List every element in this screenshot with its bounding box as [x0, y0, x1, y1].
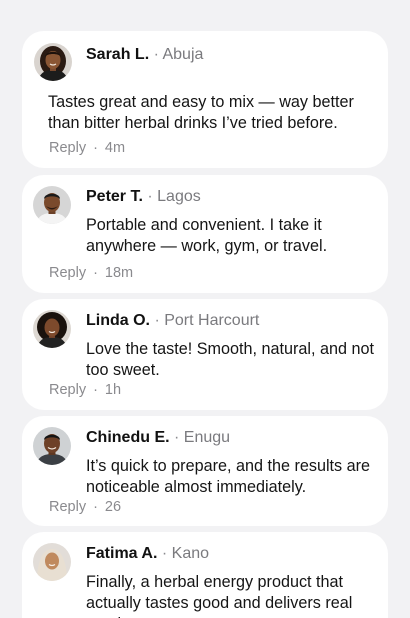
meta-dot: · — [93, 140, 98, 156]
comment-meta: Reply · 18m — [49, 264, 133, 282]
comment-card: Sarah L. · Abuja Tastes great and easy t… — [22, 31, 388, 168]
comment-header: Fatima A. · Kano — [86, 544, 209, 564]
avatar[interactable] — [33, 310, 71, 348]
comment-time: 26 — [104, 499, 122, 515]
author-name[interactable]: Sarah L. — [86, 46, 149, 63]
man-portrait-avatar-icon — [33, 427, 71, 465]
separator-dot: · — [153, 46, 159, 63]
author-location: Port Harcourt — [164, 312, 260, 329]
author-location: Kano — [171, 545, 210, 562]
comment-text: It’s quick to prepare, and the results a… — [86, 457, 371, 496]
comment-meta: Reply · 4m — [49, 139, 125, 157]
comment-header: Sarah L. · Abuja — [86, 45, 203, 65]
comment-text: Finally, a herbal energy product that ac… — [86, 573, 353, 618]
reply-button[interactable]: Reply — [49, 499, 86, 515]
avatar[interactable] — [33, 543, 71, 581]
comment-time: 4m — [104, 140, 126, 156]
comment-text: Tastes great and easy to mix — way bette… — [48, 93, 354, 132]
avatar[interactable] — [33, 427, 71, 465]
author-location: Enugu — [183, 429, 231, 446]
author-name[interactable]: Fatima A. — [86, 545, 157, 562]
comment-header: Peter T. · Lagos — [86, 187, 201, 207]
separator-dot: · — [161, 545, 168, 562]
meta-dot: · — [93, 265, 98, 281]
comment-card: Fatima A. · Kano Finally, a herbal energ… — [22, 532, 388, 618]
comment-header: Chinedu E. · Enugu — [86, 428, 230, 448]
comment-text: Portable and convenient. I take it anywh… — [86, 216, 328, 255]
avatar[interactable] — [33, 186, 71, 224]
woman-hijab-portrait-avatar-icon — [33, 543, 71, 581]
author-name[interactable]: Peter T. — [86, 188, 143, 205]
woman-portrait-avatar-icon — [33, 310, 71, 348]
woman-portrait-avatar-icon — [34, 43, 72, 81]
author-name[interactable]: Linda O. — [86, 312, 150, 329]
comment-header: Linda O. · Port Harcourt — [86, 311, 259, 331]
man-portrait-avatar-icon — [33, 186, 71, 224]
separator-dot: · — [147, 188, 153, 205]
separator-dot: · — [174, 429, 180, 446]
author-location: Lagos — [157, 188, 201, 205]
comment-feed: Sarah L. · Abuja Tastes great and easy t… — [0, 0, 410, 618]
comment-text: Love the taste! Smooth, natural, and not… — [86, 340, 374, 379]
comment-card: Peter T. · Lagos Portable and convenient… — [22, 175, 388, 293]
comment-meta: Reply · 26 — [49, 498, 121, 516]
meta-dot: · — [93, 499, 98, 515]
comment-meta: Reply · 1h — [49, 381, 121, 399]
author-name[interactable]: Chinedu E. — [86, 429, 170, 446]
separator-dot: · — [154, 312, 160, 329]
reply-button[interactable]: Reply — [49, 382, 86, 398]
reply-button[interactable]: Reply — [49, 140, 86, 156]
meta-dot: · — [93, 382, 98, 398]
author-location: Abuja — [162, 46, 204, 63]
reply-button[interactable]: Reply — [49, 265, 86, 281]
avatar[interactable] — [34, 43, 72, 81]
comment-time: 18m — [104, 265, 134, 281]
comment-time: 1h — [104, 382, 122, 398]
comment-card: Chinedu E. · Enugu It’s quick to prepare… — [22, 416, 388, 526]
comment-card: Linda O. · Port Harcourt Love the taste!… — [22, 299, 388, 410]
